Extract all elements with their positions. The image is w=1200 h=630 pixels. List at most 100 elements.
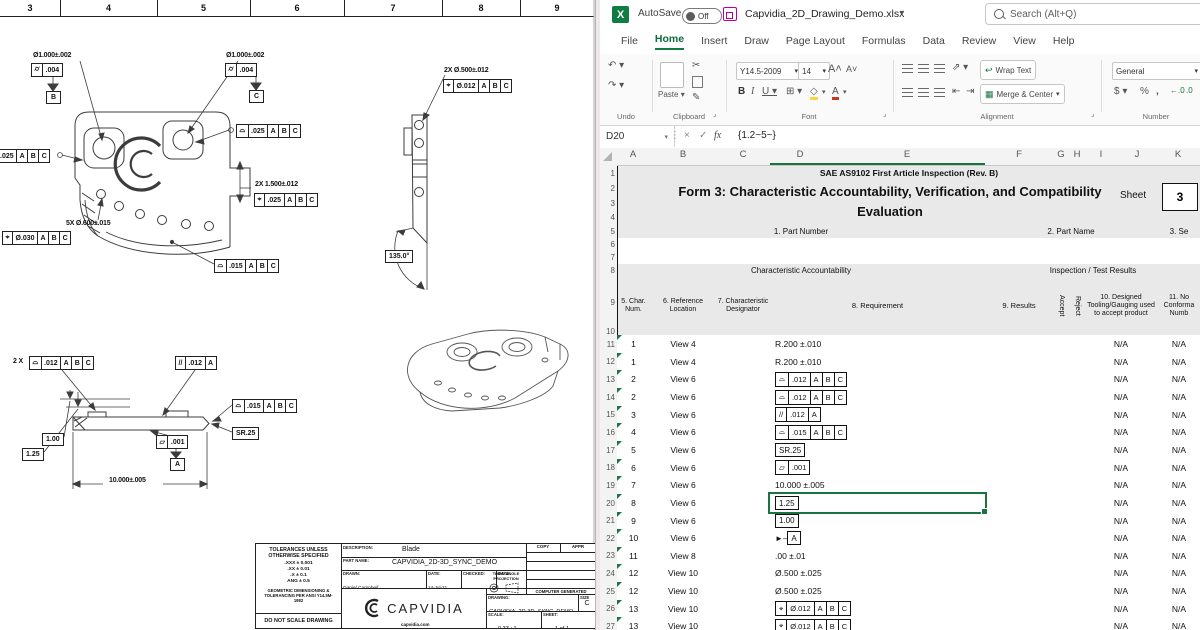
- row-header[interactable]: 27: [600, 622, 615, 630]
- row-header[interactable]: 12: [600, 357, 615, 366]
- row-header[interactable]: 11: [600, 340, 615, 349]
- sheet-cell[interactable]: [985, 370, 1054, 389]
- col-header-g[interactable]: G: [1057, 149, 1064, 160]
- sheet-cell[interactable]: View 6: [650, 370, 717, 389]
- sheet-cell[interactable]: ⌓.015ABC: [770, 423, 991, 442]
- title-caret-icon[interactable]: ▾: [900, 8, 904, 17]
- sheet-cell[interactable]: [985, 600, 1054, 618]
- sheet-cell[interactable]: 11: [617, 547, 651, 565]
- sheet-cell[interactable]: 5: [617, 441, 651, 460]
- row-header[interactable]: 21: [600, 516, 615, 525]
- sheet-cell[interactable]: N/A: [1085, 370, 1158, 389]
- sheet-cell[interactable]: 12: [617, 582, 651, 601]
- sheet-cell[interactable]: [1053, 441, 1070, 460]
- sheet-cell[interactable]: N/A: [1157, 512, 1200, 530]
- sheet-cell[interactable]: .00 ±.01: [770, 547, 991, 565]
- sheet-cell[interactable]: [716, 353, 771, 371]
- row-header[interactable]: 19: [600, 481, 615, 490]
- row-header[interactable]: 24: [600, 569, 615, 578]
- sheet-cell[interactable]: R.200 ±.010: [770, 335, 991, 354]
- cut-icon[interactable]: ✂: [692, 60, 700, 71]
- sheet-cell[interactable]: [985, 582, 1054, 601]
- col-header-h[interactable]: H: [1074, 149, 1081, 160]
- sheet-cell[interactable]: [716, 512, 771, 530]
- sheet-cell[interactable]: //.012A: [770, 406, 991, 424]
- sheet-cell[interactable]: [1069, 582, 1086, 601]
- font-color-caret[interactable]: ▾: [843, 88, 847, 96]
- autosave-toggle[interactable]: Off: [682, 8, 722, 24]
- sheet-cell[interactable]: View 6: [650, 388, 717, 407]
- sheet-cell[interactable]: N/A: [1085, 547, 1158, 565]
- tab-help[interactable]: Help: [1053, 35, 1075, 47]
- increase-indent-icon[interactable]: ⇥: [966, 86, 974, 97]
- sheet-cell[interactable]: N/A: [1157, 564, 1200, 583]
- tab-review[interactable]: Review: [962, 35, 996, 47]
- part-name-header[interactable]: 2. Part Name: [985, 224, 1158, 239]
- borders-icon[interactable]: ⊞ ▾: [786, 86, 802, 97]
- underline-button[interactable]: U ▾: [762, 86, 777, 97]
- copy-icon[interactable]: [692, 76, 703, 88]
- alignment-dialog-launcher-icon[interactable]: ⌟: [1091, 110, 1094, 118]
- sheet-cell[interactable]: 7: [617, 476, 651, 495]
- sheet-cell[interactable]: View 6: [650, 423, 717, 442]
- part-number-header[interactable]: 1. Part Number: [617, 224, 986, 239]
- sheet-cell[interactable]: [985, 406, 1054, 424]
- col-header-c[interactable]: C: [740, 149, 747, 160]
- col-nonconformance[interactable]: 11. No Conforma Numb: [1157, 277, 1200, 336]
- row-header[interactable]: 15: [600, 410, 615, 419]
- increase-decimal-icon[interactable]: ←.0: [1170, 86, 1185, 95]
- tab-draw[interactable]: Draw: [744, 35, 769, 47]
- tab-insert[interactable]: Insert: [701, 35, 727, 47]
- col-accept[interactable]: Accept: [1053, 277, 1070, 336]
- sheet-cell[interactable]: N/A: [1157, 335, 1200, 354]
- sheet-cell[interactable]: [716, 494, 771, 513]
- sheet-cell[interactable]: [1069, 564, 1086, 583]
- col-header-k[interactable]: K: [1175, 149, 1181, 160]
- paste-label[interactable]: Paste ▾: [658, 90, 685, 99]
- row-header[interactable]: 8: [600, 266, 615, 275]
- sheet-cell[interactable]: [716, 564, 771, 583]
- sheet-cell[interactable]: [716, 423, 771, 442]
- col-header-j[interactable]: J: [1135, 149, 1140, 160]
- sheet-cell[interactable]: N/A: [1085, 441, 1158, 460]
- row-header[interactable]: 14: [600, 393, 615, 402]
- sheet-cell[interactable]: [985, 564, 1054, 583]
- merge-center-button[interactable]: ▦Merge & Center▾: [980, 84, 1065, 104]
- sheet-cell[interactable]: N/A: [1157, 459, 1200, 477]
- sheet-cell[interactable]: [1069, 476, 1086, 495]
- sheet-cell[interactable]: [985, 529, 1054, 548]
- row-header[interactable]: 9: [600, 298, 615, 307]
- sheet-cell[interactable]: [1069, 335, 1086, 354]
- col-header-f[interactable]: F: [1016, 149, 1022, 160]
- sheet-cell[interactable]: View 6: [650, 459, 717, 477]
- sheet-cell[interactable]: [1053, 459, 1070, 477]
- sheet-cell[interactable]: [716, 388, 771, 407]
- sheet-cell[interactable]: 1.00: [770, 512, 991, 530]
- sheet-cell[interactable]: View 6: [650, 476, 717, 495]
- col-header-b[interactable]: B: [680, 149, 686, 160]
- sheet-cell[interactable]: [1053, 335, 1070, 354]
- sheet-cell[interactable]: 6: [617, 459, 651, 477]
- sheet-cell[interactable]: [1069, 353, 1086, 371]
- sheet-cell[interactable]: ▱.001: [770, 459, 991, 477]
- shrink-font-icon[interactable]: A˅: [846, 64, 857, 74]
- sheet-cell[interactable]: N/A: [1085, 388, 1158, 407]
- search-input[interactable]: Search (Alt+Q): [985, 3, 1200, 25]
- sheet-cell[interactable]: [1069, 600, 1086, 618]
- sheet-cell[interactable]: Ø.500 ±.025: [770, 582, 991, 601]
- row-header[interactable]: 23: [600, 551, 615, 560]
- sheet-cell[interactable]: View 6: [650, 529, 717, 548]
- sheet-cell[interactable]: View 6: [650, 406, 717, 424]
- sheet-cell[interactable]: View 10: [650, 617, 717, 630]
- sheet-cell[interactable]: [1053, 512, 1070, 530]
- sheet-cell[interactable]: ⌓.012ABC: [770, 370, 991, 389]
- font-size-select[interactable]: 14▾: [798, 62, 830, 80]
- sheet-cell[interactable]: N/A: [1085, 564, 1158, 583]
- sheet-cell[interactable]: N/A: [1085, 335, 1158, 354]
- sheet-cell[interactable]: [716, 370, 771, 389]
- row-header[interactable]: 18: [600, 463, 615, 472]
- name-box[interactable]: D20▾: [600, 126, 675, 147]
- grow-font-icon[interactable]: A˄: [828, 63, 842, 75]
- sheet-cell[interactable]: [1069, 547, 1086, 565]
- sheet-cell[interactable]: [985, 494, 1054, 513]
